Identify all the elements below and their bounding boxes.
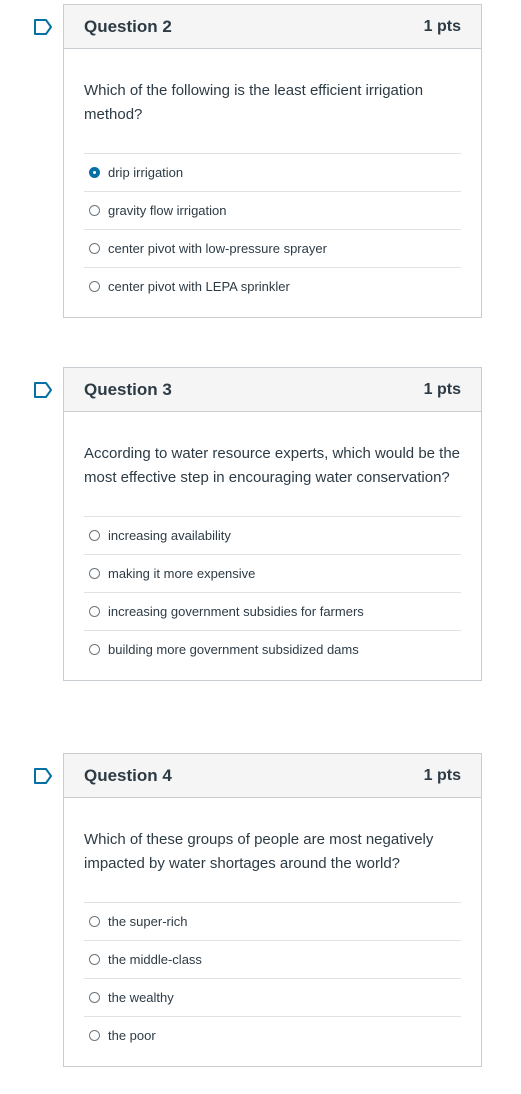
answer-list: increasing availability making it more e… — [84, 516, 461, 668]
radio-button-icon[interactable] — [89, 954, 100, 965]
answer-option[interactable]: the wealthy — [84, 978, 461, 1016]
answer-label: center pivot with LEPA sprinkler — [108, 279, 290, 294]
question-header: Question 3 1 pts — [64, 368, 481, 412]
answer-option[interactable]: the middle-class — [84, 940, 461, 978]
radio-button-icon[interactable] — [89, 243, 100, 254]
question-title: Question 2 — [84, 16, 172, 36]
question-card-2: Question 2 1 pts Which of the following … — [63, 4, 482, 318]
question-points: 1 pts — [423, 380, 461, 398]
radio-button-icon[interactable] — [89, 205, 100, 216]
radio-button-icon[interactable] — [89, 167, 100, 178]
question-body: According to water resource experts, whi… — [64, 412, 481, 680]
answer-option[interactable]: increasing availability — [84, 516, 461, 554]
flag-bookmark-icon[interactable] — [33, 766, 53, 786]
question-card-4: Question 4 1 pts Which of these groups o… — [63, 753, 482, 1067]
question-title: Question 4 — [84, 765, 172, 785]
answer-label: drip irrigation — [108, 165, 184, 180]
radio-button-icon[interactable] — [89, 644, 100, 655]
radio-button-icon[interactable] — [89, 606, 100, 617]
radio-button-icon[interactable] — [89, 916, 100, 927]
flag-bookmark-icon[interactable] — [33, 380, 53, 400]
answer-label: gravity flow irrigation — [108, 203, 227, 218]
radio-button-icon[interactable] — [89, 530, 100, 541]
answer-option[interactable]: the super-rich — [84, 902, 461, 940]
question-points: 1 pts — [423, 17, 461, 35]
answer-label: building more government subsidized dams — [108, 642, 359, 657]
answer-label: the poor — [108, 1028, 156, 1043]
answer-option[interactable]: making it more expensive — [84, 554, 461, 592]
radio-button-icon[interactable] — [89, 568, 100, 579]
answer-option[interactable]: center pivot with low-pressure sprayer — [84, 229, 461, 267]
question-text: According to water resource experts, whi… — [84, 445, 461, 486]
answer-option[interactable]: the poor — [84, 1016, 461, 1054]
answer-option[interactable]: building more government subsidized dams — [84, 630, 461, 668]
question-points: 1 pts — [423, 766, 461, 784]
question-body: Which of the following is the least effi… — [64, 49, 481, 317]
radio-button-icon[interactable] — [89, 992, 100, 1003]
answer-label: making it more expensive — [108, 566, 256, 581]
question-text: Which of these groups of people are most… — [84, 831, 434, 872]
answer-list: the super-rich the middle-class the weal… — [84, 902, 461, 1054]
answer-option[interactable]: gravity flow irrigation — [84, 191, 461, 229]
answer-label: increasing government subsidies for farm… — [108, 604, 364, 619]
question-text: Which of the following is the least effi… — [84, 82, 424, 123]
answer-option[interactable]: increasing government subsidies for farm… — [84, 592, 461, 630]
answer-label: the super-rich — [108, 914, 188, 929]
question-header: Question 4 1 pts — [64, 754, 481, 798]
answer-option[interactable]: drip irrigation — [84, 153, 461, 191]
answer-label: the middle-class — [108, 952, 202, 967]
radio-button-icon[interactable] — [89, 281, 100, 292]
answer-label: increasing availability — [108, 528, 231, 543]
flag-bookmark-icon[interactable] — [33, 17, 53, 37]
answer-option[interactable]: center pivot with LEPA sprinkler — [84, 267, 461, 305]
question-body: Which of these groups of people are most… — [64, 798, 481, 1066]
answer-label: the wealthy — [108, 990, 174, 1005]
answer-list: drip irrigation gravity flow irrigation … — [84, 153, 461, 305]
radio-button-icon[interactable] — [89, 1030, 100, 1041]
question-title: Question 3 — [84, 379, 172, 399]
answer-label: center pivot with low-pressure sprayer — [108, 241, 327, 256]
question-card-3: Question 3 1 pts According to water reso… — [63, 367, 482, 681]
question-header: Question 2 1 pts — [64, 5, 481, 49]
